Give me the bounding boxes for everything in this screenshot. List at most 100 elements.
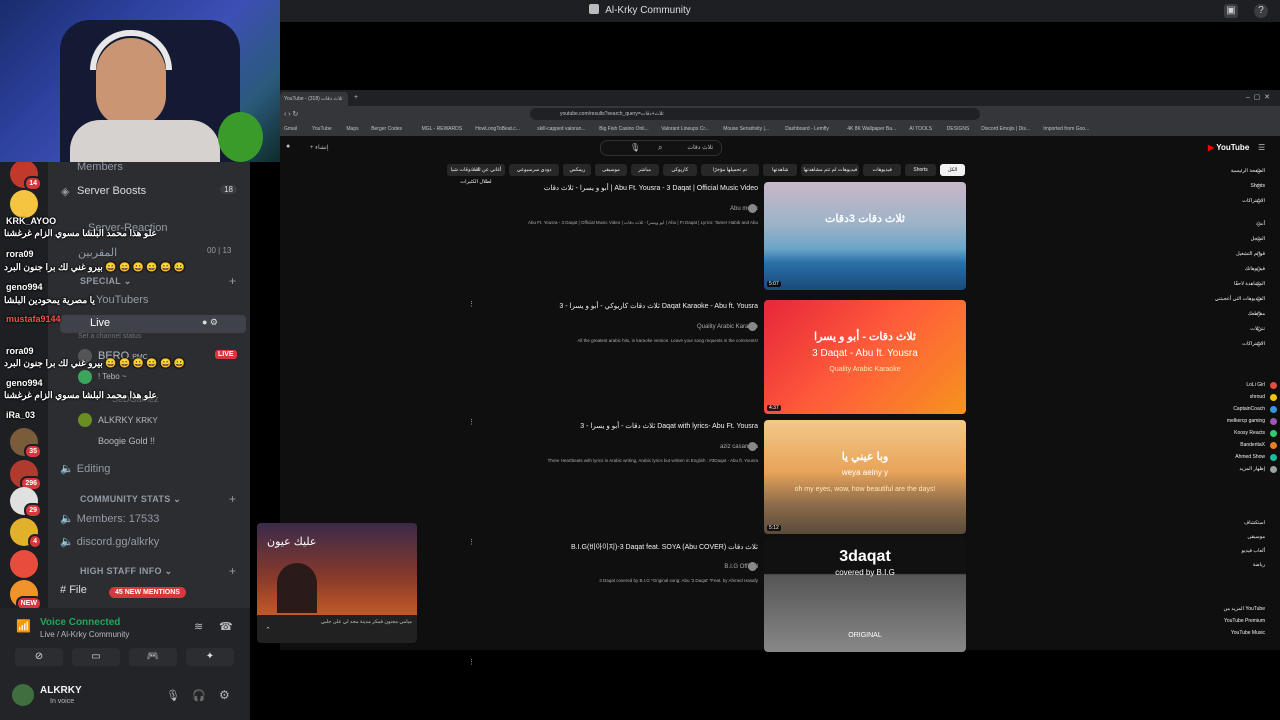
help-icon[interactable]: ? [1254,4,1268,18]
side-nav-item[interactable]: أنت [1195,221,1265,227]
subscription-item[interactable]: إظهار المزيد [1195,466,1277,473]
explore-item[interactable]: موسيقى [1195,534,1265,540]
explore-item[interactable]: ألعاب فيديو [1195,548,1265,554]
bookmark-item[interactable]: Big Fish Casino Onli... [599,126,648,132]
side-nav-item[interactable]: الاشتراكات [1195,341,1265,347]
bookmark-item[interactable]: Berger Codes [371,126,402,132]
voice-user-alkrky[interactable]: ALKRKY KRKY [98,415,158,425]
channel-name[interactable]: Quality Arabic Karaoke [600,324,758,330]
category-high-staff[interactable]: HIGH STAFF INFO ⌄ [80,566,172,577]
youtube-logo[interactable]: ▶ YouTube [1208,143,1249,152]
explore-item[interactable]: استكشاف [1195,520,1265,526]
video-title[interactable]: ثلاث دقات - أبو و يسرا - 3 Daqat with ly… [458,422,758,430]
mic-icon[interactable]: 🎙 [166,689,180,702]
video-thumbnail[interactable]: ثلاث دقات 3دقات 5:07 [764,182,966,290]
url-input[interactable]: youtube.com/results?search_query=ثلاث+دق… [530,108,980,120]
more-from-youtube-item[interactable]: المزيد من YouTube [1195,606,1266,612]
channel-invite[interactable]: 🔈 discord.gg/alkrky [60,535,159,548]
headphones-icon[interactable]: 🎧 [192,689,206,702]
avatar[interactable]: ● [286,143,290,150]
voice-channel[interactable]: Live / Al-Krky Community [40,630,129,639]
subscription-item[interactable]: shroud [1195,394,1277,401]
filter-chip[interactable]: دودي سرسيوعي [509,164,560,176]
side-nav-item[interactable]: المشاهدة لاحقًا [1195,281,1265,287]
subscription-item[interactable]: Ahmed Show [1195,454,1277,461]
filter-chip[interactable]: فيديوهات [863,164,901,176]
tab-youtube[interactable]: YouTube - ثلاث دقات (318) [280,92,348,106]
more-from-youtube-item[interactable]: YouTube Music [1195,630,1265,636]
video-title[interactable]: ثلاث دقات كاريوكي - أبو و يسرا - 3 Daqat… [458,302,758,310]
channel-name[interactable]: B.I.G Official [600,564,758,570]
avatar[interactable] [748,322,757,331]
channel-files[interactable]: # File [60,584,87,596]
soundboard-button[interactable]: ✦ [186,648,234,666]
video-title[interactable]: B.I.G(비아이지)-3 Daqat feat. SOYA (Abu COVE… [458,542,758,552]
avatar[interactable] [748,562,757,571]
menu-icon[interactable]: ☰ [1258,143,1265,152]
side-nav-item[interactable]: قوائم التشغيل [1195,251,1265,257]
category-community-stats[interactable]: COMMUNITY STATS ⌄ [80,494,181,505]
share-screen-button[interactable]: ▭ [72,648,120,666]
avatar[interactable] [748,442,757,451]
bookmark-item[interactable]: Maps [346,126,358,132]
explore-item[interactable]: رياضة [1195,562,1265,568]
bookmark-item[interactable]: Gmail [284,126,297,132]
avatar[interactable] [748,204,757,213]
bookmark-item[interactable]: Mouse Sensitivity |... [723,126,769,132]
filter-chip[interactable]: مباشر [630,164,659,176]
channel-editing[interactable]: 🔈 Editing [60,462,110,475]
server-icon[interactable]: 14 [10,160,42,191]
side-nav-item[interactable]: فيديوهاتك [1195,266,1265,272]
subscription-item[interactable]: melkercp gaming [1195,418,1277,425]
voice-user-tebo[interactable]: ! Tebo ~ [98,372,127,381]
video-thumbnail[interactable]: وبا عيني يا weya aeiny y oh my eyes, wow, … [764,420,966,534]
bookmark-item[interactable]: Imported from Goo... [1043,126,1089,132]
bookmark-item[interactable]: 4K 8K Wallpaper Ba... [847,126,896,132]
server-boosts-row[interactable]: ◈ Server Boosts 18 [61,184,247,200]
add-channel-stats-icon[interactable]: + [229,492,236,506]
subscription-item[interactable]: CaptainCoach [1195,406,1277,413]
channel-settings-icon[interactable]: ● ⚙ [202,317,218,328]
filter-chip[interactable]: ريمكس [563,164,592,176]
pip-player[interactable]: عليك عيون ميامي مجنون فمكر مدينة محد لي … [257,523,417,643]
bookmark-item[interactable]: DESIGNS [947,126,970,132]
bookmark-item[interactable]: Discord Emojis | Dis... [981,126,1030,132]
filter-chip[interactable]: موسيقى [595,164,627,176]
channel-name[interactable]: aziz casanova [600,444,758,450]
avatar[interactable] [12,684,34,706]
category-special[interactable]: SPECIAL ⌄ [80,276,132,287]
channel-muted[interactable]: المقربين [78,246,117,259]
add-channel-special-icon[interactable]: + [229,274,236,288]
channel-name[interactable]: Abu music [600,206,758,212]
bookmark-item[interactable]: AI TOOLS [909,126,932,132]
camera-toggle-button[interactable]: ⊘ [15,648,63,666]
bookmark-item[interactable]: Dashboard - Lemfly [785,126,829,132]
filter-chip[interactable]: فيديوهات لم تتم مشاهدتها [801,164,860,176]
video-title[interactable]: أبو و يسرا - ثلاث دقات | Abu Ft. Yousra … [458,184,758,192]
filter-button[interactable]: الفلاتر [468,167,481,173]
user-settings-icon[interactable]: ⚙ [219,688,230,702]
video-thumbnail[interactable]: ثلاث دقات - أبو و يسرا 3 Daqat - Abu ft. … [764,300,966,414]
channel-youtubers[interactable]: YouTubers [96,294,148,306]
channel-members-count[interactable]: 🔈 Members: 17533 [60,512,159,525]
server-icon[interactable]: NEW [10,580,42,611]
activity-button[interactable]: 🎮 [129,648,177,666]
filter-chip[interactable]: الكل [940,164,965,176]
window-controls[interactable]: – ▢ ✕ [1246,93,1270,101]
side-nav-item[interactable]: الاشتراكات [1195,198,1265,204]
server-icon[interactable] [10,190,38,218]
add-channel-staff-icon[interactable]: + [229,564,236,578]
channel-members[interactable]: Members [77,161,123,173]
video-thumbnail[interactable]: 3daqat covered by B.I.G ORIGINAL [764,540,966,652]
bookmark-item[interactable]: YouTube [312,126,332,132]
filter-chip[interactable]: كاريوكي [662,164,697,176]
bookmark-item[interactable]: HowLongToBeat.c... [475,126,520,132]
nav-buttons[interactable]: ‹ › ↻ [284,110,298,118]
side-nav-item[interactable]: تنزيلات [1195,326,1265,332]
bookmark-item[interactable]: skill-capped valoran... [537,126,585,132]
filter-chip[interactable]: Shorts [905,164,937,176]
inbox-icon[interactable]: ▣ [1224,4,1238,18]
server-icon[interactable]: 29 [10,487,42,518]
filter-chip[interactable]: شاهدتها [763,164,798,176]
server-icon[interactable]: 4 [10,518,42,549]
